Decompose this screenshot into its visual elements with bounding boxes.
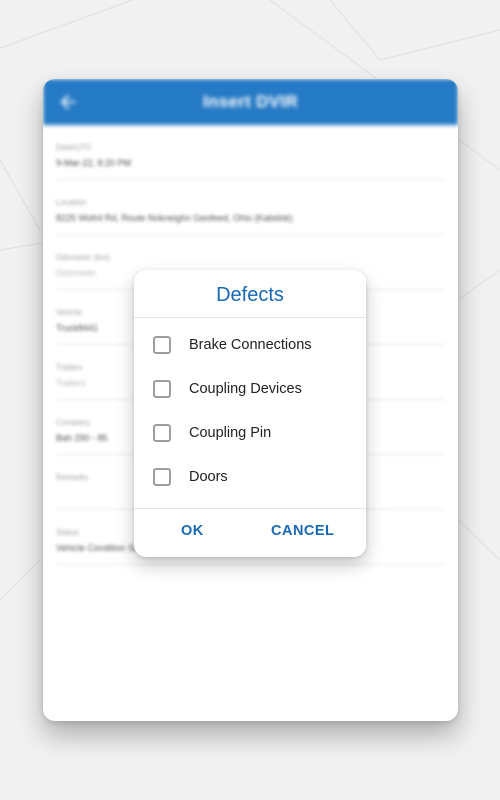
checkbox-unchecked-icon[interactable]	[153, 336, 171, 354]
defects-dialog: Defects Brake Connections Coupling Devic…	[134, 270, 366, 557]
checkbox-unchecked-icon[interactable]	[153, 424, 171, 442]
ok-button[interactable]: OK	[181, 523, 204, 539]
option-label: Doors	[189, 469, 228, 485]
defect-option-doors[interactable]: Doors	[134, 455, 366, 499]
defect-option-coupling-pin[interactable]: Coupling Pin	[134, 411, 366, 455]
defect-option-brake-connections[interactable]: Brake Connections	[134, 323, 366, 367]
option-label: Coupling Pin	[189, 425, 272, 441]
cancel-button[interactable]: CANCEL	[271, 523, 334, 539]
checkbox-unchecked-icon[interactable]	[153, 468, 171, 486]
option-label: Coupling Devices	[189, 381, 302, 397]
option-label: Brake Connections	[189, 337, 312, 353]
checkbox-unchecked-icon[interactable]	[153, 380, 171, 398]
defect-option-coupling-devices[interactable]: Coupling Devices	[134, 367, 366, 411]
dialog-title: Defects	[134, 270, 366, 318]
dialog-actions: OK CANCEL	[134, 508, 366, 557]
defects-list: Brake Connections Coupling Devices Coupl…	[134, 318, 366, 499]
